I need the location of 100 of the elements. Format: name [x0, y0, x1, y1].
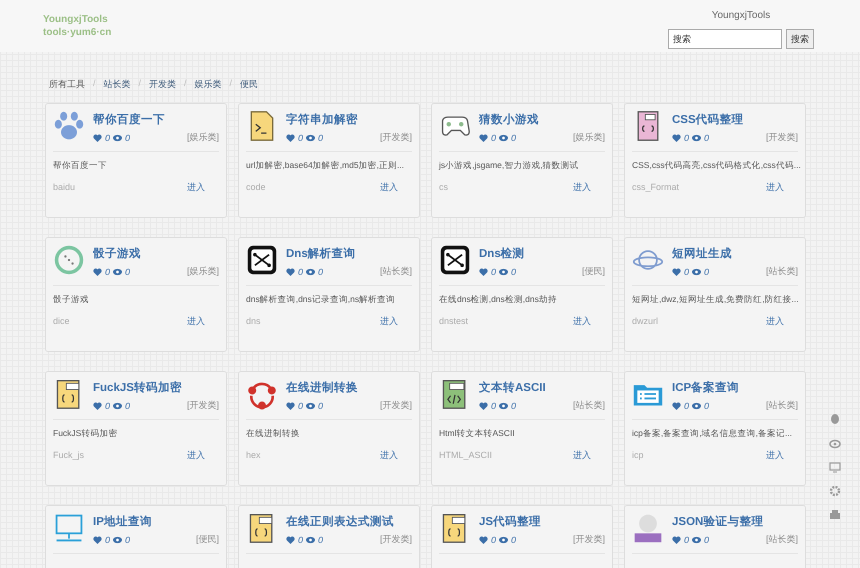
enter-link[interactable]: 进入 [380, 179, 398, 195]
tool-title[interactable]: 在线进制转换 [286, 380, 412, 395]
tool-title[interactable]: ICP备案查询 [672, 380, 798, 395]
breadcrumb-link[interactable]: 开发类 [149, 78, 176, 103]
eye-icon [692, 268, 702, 276]
enter-link[interactable]: 进入 [187, 447, 205, 463]
tool-slug: cs [439, 181, 448, 194]
tool-description: Html转文本转ASCII [439, 427, 516, 440]
monitor-icon [53, 512, 85, 544]
view-count: 0 [511, 266, 516, 276]
tool-title[interactable]: Dns检测 [479, 246, 605, 261]
category-label: [站长类] [766, 265, 798, 278]
tool-title[interactable]: 帮你百度一下 [93, 112, 219, 127]
category-label: [娱乐类] [186, 131, 219, 144]
heart-icon [479, 268, 488, 276]
tool-description: dns解析查询,dns记录查询,ns解析查询 [246, 293, 396, 306]
tool-title[interactable]: 字符串加解密 [286, 112, 412, 127]
site-name: YoungxjTools [712, 10, 770, 21]
search-field[interactable]: 搜索 [668, 29, 782, 49]
tool-description: 骰子游戏 [53, 293, 90, 306]
eye-icon [113, 268, 122, 276]
eye-icon [113, 134, 122, 142]
category-label: [娱乐类] [572, 131, 605, 144]
eye-icon [306, 268, 316, 276]
paw-icon [53, 110, 85, 142]
heart-icon [286, 134, 295, 142]
heart-icon [93, 536, 102, 544]
tool-title[interactable]: 骰子游戏 [93, 246, 219, 261]
breadcrumb-link[interactable]: 娱乐类 [194, 78, 222, 103]
view-count: 0 [511, 132, 516, 142]
heart-icon [286, 402, 295, 410]
like-count: 0 [684, 534, 690, 544]
enter-link[interactable]: 进入 [573, 179, 591, 195]
enter-link[interactable]: 进入 [573, 313, 591, 329]
view-count: 0 [318, 266, 324, 276]
enter-link[interactable]: 进入 [187, 313, 205, 329]
heart-icon [479, 536, 488, 544]
like-count: 0 [491, 400, 496, 410]
heart-icon [286, 536, 295, 544]
tool-slug: code [246, 181, 266, 194]
tool-title[interactable]: 在线正则表达式测试 [286, 514, 412, 529]
tool-title[interactable]: JS代码整理 [479, 514, 605, 529]
tool-title[interactable]: 猜数小游戏 [479, 112, 605, 127]
like-count: 0 [491, 266, 496, 276]
enter-link[interactable]: 进入 [766, 313, 784, 329]
like-count: 0 [298, 400, 304, 410]
tool-title[interactable]: Dns解析查询 [286, 246, 412, 261]
tool-slug: dice [53, 315, 70, 328]
swirl-icon[interactable] [829, 437, 841, 449]
enter-link[interactable]: 进入 [766, 179, 784, 195]
like-count: 0 [491, 534, 496, 544]
settings-icon[interactable] [829, 485, 841, 497]
monitor-icon[interactable] [829, 461, 841, 473]
enter-link[interactable]: 进入 [187, 179, 205, 195]
enter-link[interactable]: 进入 [766, 447, 784, 463]
like-count: 0 [298, 132, 304, 142]
category-label: [便民] [196, 533, 219, 546]
breadcrumb-link[interactable]: 站长类 [104, 78, 131, 103]
category-label: [站长类] [766, 399, 798, 412]
view-count: 0 [125, 266, 130, 276]
category-label: [开发类] [380, 131, 412, 144]
tool-description: FuckJS转码加密 [53, 427, 118, 440]
search-button[interactable]: 搜索 [786, 29, 814, 49]
view-count: 0 [511, 400, 516, 410]
view-count: 0 [704, 534, 710, 544]
breadcrumb-link[interactable]: 所有工具 [49, 78, 85, 103]
tool-description: 在线进制转换 [246, 427, 301, 440]
tool-description: icp备案,备案查询,域名信息查询,备案记... [632, 427, 794, 440]
tool-title[interactable]: 短网址生成 [672, 246, 798, 261]
category-label: [娱乐类] [186, 265, 219, 278]
heart-icon [286, 268, 295, 276]
eye-icon [692, 402, 702, 410]
like-count: 0 [684, 132, 690, 142]
heart-icon [672, 134, 681, 142]
tool-title[interactable]: FuckJS转码加密 [93, 380, 219, 395]
tool-slug: dwzurl [632, 315, 658, 328]
tool-title[interactable]: CSS代码整理 [672, 112, 798, 127]
enter-link[interactable]: 进入 [573, 447, 591, 463]
breadcrumb-separator: / [138, 78, 142, 90]
heart-icon [672, 268, 681, 276]
tool-title[interactable]: 文本转ASCII [479, 380, 605, 395]
category-label: [开发类] [572, 533, 605, 546]
eye-icon [499, 402, 508, 410]
heart-icon [672, 536, 681, 544]
like-count: 0 [105, 132, 110, 142]
tool-description: 短网址,dwz,短网址生成,免费防红,防红接... [632, 293, 798, 306]
like-count: 0 [105, 266, 110, 276]
view-count: 0 [318, 400, 324, 410]
network-icon [439, 244, 471, 276]
tool-slug: HTML_ASCII [439, 449, 492, 462]
breadcrumb-link[interactable]: 便民 [240, 78, 258, 103]
category-label: [开发类] [380, 399, 412, 412]
tool-title[interactable]: IP地址查询 [93, 514, 219, 529]
printer-icon[interactable] [829, 509, 841, 521]
tool-slug: dns [246, 315, 261, 328]
enter-link[interactable]: 进入 [380, 313, 398, 329]
tool-title[interactable]: JSON验证与整理 [672, 514, 798, 529]
tool-slug: dnstest [439, 315, 468, 328]
heart-icon [479, 402, 488, 410]
enter-link[interactable]: 进入 [380, 447, 398, 463]
